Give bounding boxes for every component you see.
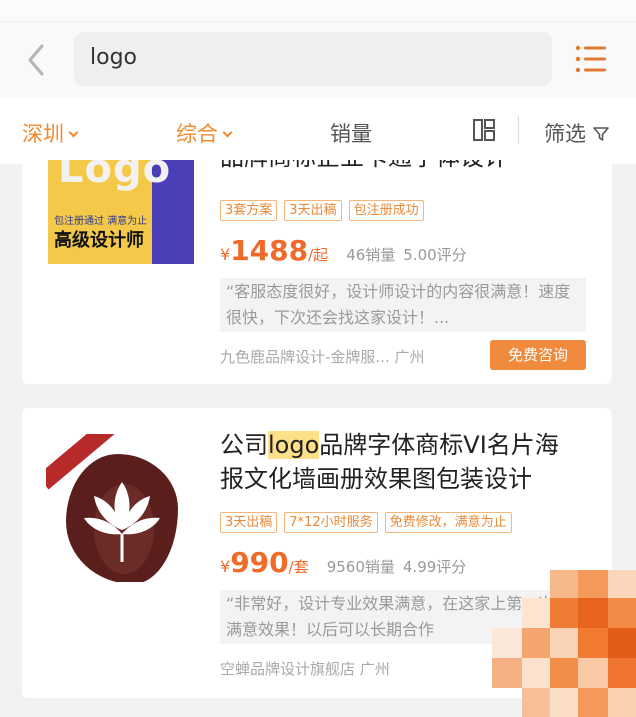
chevron-down-icon <box>222 127 233 138</box>
product-tags: 3套方案 3天出稿 包注册成功 <box>220 200 424 221</box>
product-tag: 3天出稿 <box>220 512 278 533</box>
price-row: ¥990/套 9560销量 4.99评分 <box>220 546 474 579</box>
list-menu-icon <box>575 45 606 73</box>
product-title-prefix: 公司 <box>220 431 268 459</box>
filter-city-label: 深圳 <box>22 122 64 146</box>
search-input[interactable]: logo <box>74 32 552 86</box>
search-highlight: logo <box>268 431 320 459</box>
price-symbol: ¥ <box>220 245 231 264</box>
filter-sort[interactable]: 综合 <box>176 118 233 148</box>
filter-screen-label: 筛选 <box>544 122 586 146</box>
grid-view-icon <box>473 119 495 141</box>
product-tags: 3天出稿 7*12小时服务 免费修改，满意为止 <box>220 512 512 533</box>
filter-divider <box>518 116 519 144</box>
price-unit: /起 <box>308 246 329 264</box>
filter-sales-label: 销量 <box>330 122 372 146</box>
sales-count: 9560销量 <box>326 558 395 576</box>
list-menu-button[interactable] <box>574 42 610 76</box>
filter-city[interactable]: 深圳 <box>22 118 79 148</box>
product-title: 品牌商标企业卡通字体设计 <box>220 160 580 174</box>
thumbnail-sub-text: 包注册通过 满意为止 <box>54 216 148 227</box>
thumbnail-logo-text: Logo <box>58 160 172 192</box>
product-title: 公司logo品牌字体商标VI名片海报文化墙画册效果图包装设计 <box>220 428 580 496</box>
lotus-icon <box>84 482 160 562</box>
search-query: logo <box>90 45 137 70</box>
back-button[interactable] <box>22 40 52 80</box>
filter-funnel-icon <box>592 127 609 141</box>
price: 990 <box>230 546 289 579</box>
thumbnail-emblem <box>66 454 178 582</box>
free-consult-button[interactable]: 免费咨询 <box>490 340 586 370</box>
product-tag: 免费修改，满意为止 <box>384 512 512 533</box>
price-symbol: ¥ <box>220 557 231 576</box>
filter-bar: 深圳 综合 销量 筛选 <box>0 98 636 164</box>
product-thumbnail <box>46 434 194 582</box>
shop-name[interactable]: 空蝉品牌设计旗舰店 广州 <box>220 658 390 679</box>
product-tag: 3套方案 <box>220 200 278 221</box>
product-card[interactable]: Logo 包注册通过 满意为止 高级设计师 品牌商标企业卡通字体设计 3套方案 … <box>22 160 612 384</box>
sales-count: 46销量 <box>346 246 396 264</box>
price-unit: /套 <box>288 558 309 576</box>
price-row: ¥1488/起 46销量 5.00评分 <box>220 234 475 267</box>
pixelated-overlay <box>492 570 636 717</box>
shop-name[interactable]: 九色鹿品牌设计-金牌服... 广州 <box>220 346 425 367</box>
filter-sales[interactable]: 销量 <box>330 118 372 148</box>
top-strip <box>0 0 636 22</box>
rating: 4.99评分 <box>402 558 467 576</box>
chevron-down-icon <box>68 127 79 138</box>
product-thumbnail: Logo 包注册通过 满意为止 高级设计师 <box>48 160 194 264</box>
product-tag: 包注册成功 <box>348 200 424 221</box>
filter-sort-label: 综合 <box>176 122 218 146</box>
chevron-left-icon <box>28 44 44 76</box>
search-header: logo <box>0 22 636 98</box>
review-snippet: “客服态度很好，设计师设计的内容很满意！速度很快，下次还会找这家设计！... <box>220 278 586 332</box>
price: 1488 <box>230 234 309 267</box>
thumbnail-main-text: 高级设计师 <box>54 230 144 251</box>
filter-screen[interactable]: 筛选 <box>544 118 609 148</box>
product-tag: 7*12小时服务 <box>284 512 378 533</box>
grid-view-toggle[interactable] <box>472 118 496 142</box>
product-tag: 3天出稿 <box>284 200 342 221</box>
rating: 5.00评分 <box>403 246 467 264</box>
